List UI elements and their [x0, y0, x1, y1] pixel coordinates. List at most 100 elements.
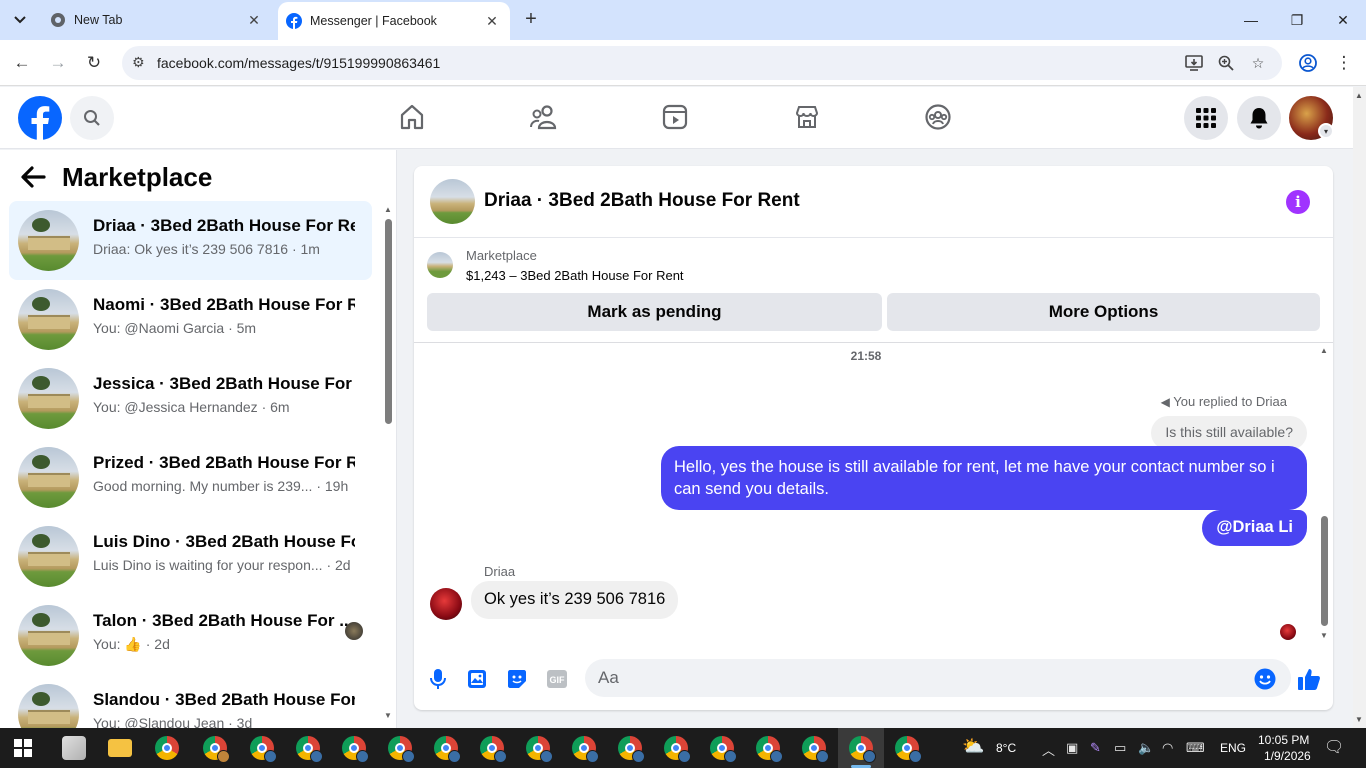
notification-center-icon[interactable]: 🗨 — [1324, 737, 1344, 757]
chat-scrollbar[interactable]: ▲ ▼ — [1318, 346, 1330, 640]
chevron-down-icon[interactable]: ▾ — [1318, 123, 1334, 139]
chrome-icon[interactable] — [710, 736, 737, 763]
back-icon[interactable]: ← — [9, 50, 35, 76]
chrome-icon[interactable] — [849, 736, 876, 763]
marketplace-icon[interactable] — [792, 101, 822, 133]
language-indicator[interactable]: ENG — [1220, 741, 1246, 755]
sticker-icon[interactable] — [505, 667, 529, 691]
wifi-icon[interactable]: ◠ — [1162, 740, 1173, 756]
scroll-down-icon[interactable]: ▼ — [1355, 715, 1363, 724]
conversation-item[interactable]: Luis Dino · 3Bed 2Bath House Fo... Luis … — [9, 517, 372, 596]
chrome-icon[interactable] — [203, 736, 230, 763]
outgoing-mention-message[interactable]: @Driaa Li — [1202, 510, 1307, 546]
chrome-icon[interactable] — [618, 736, 645, 763]
home-icon[interactable] — [397, 101, 427, 133]
close-tab-icon[interactable]: ✕ — [246, 12, 262, 29]
camera-icon[interactable]: ▣ — [1066, 740, 1078, 756]
search-icon[interactable] — [70, 96, 114, 140]
file-explorer-icon[interactable] — [108, 739, 132, 757]
scrollbar-thumb[interactable] — [385, 219, 392, 424]
close-window-icon[interactable]: ✕ — [1320, 0, 1366, 40]
listing-thumbnail[interactable] — [430, 179, 475, 224]
chrome-icon[interactable] — [480, 736, 507, 763]
conversation-item[interactable]: Slandou · 3Bed 2Bath House For... You: @… — [9, 675, 372, 728]
forward-icon[interactable]: → — [45, 50, 71, 76]
conversation-item[interactable]: Naomi · 3Bed 2Bath House For R... You: @… — [9, 280, 372, 359]
conversation-item[interactable]: Driaa · 3Bed 2Bath House For Rent Driaa:… — [9, 201, 372, 280]
scrollbar-thumb[interactable] — [1321, 516, 1328, 626]
listing-price-title[interactable]: $1,243 – 3Bed 2Bath House For Rent — [466, 268, 684, 283]
new-tab-icon[interactable]: + — [520, 8, 542, 32]
chrome-icon[interactable] — [155, 736, 179, 760]
chrome-icon[interactable] — [388, 736, 415, 763]
scroll-up-icon[interactable]: ▲ — [384, 205, 392, 214]
close-tab-icon[interactable]: ✕ — [484, 13, 500, 30]
scroll-down-icon[interactable]: ▼ — [1320, 631, 1328, 640]
chat-title[interactable]: Driaa · 3Bed 2Bath House For Rent — [484, 190, 800, 212]
emoji-icon[interactable] — [1253, 667, 1277, 691]
microphone-icon[interactable] — [426, 667, 450, 691]
chevron-up-icon[interactable]: ︿ — [1042, 740, 1055, 759]
scroll-up-icon[interactable]: ▲ — [1355, 91, 1363, 100]
minimize-icon[interactable]: — — [1228, 0, 1274, 40]
tab-search-dropdown-icon[interactable] — [8, 9, 32, 31]
zoom-icon[interactable] — [1216, 54, 1236, 72]
chrome-icon[interactable] — [756, 736, 783, 763]
site-info-icon[interactable]: ⚙ — [132, 54, 145, 71]
volume-icon[interactable]: 🔈 — [1138, 740, 1154, 756]
outgoing-message[interactable]: Hello, yes the house is still available … — [661, 446, 1307, 510]
video-icon[interactable] — [660, 101, 690, 133]
incoming-message[interactable]: Ok yes it’s 239 506 7816 — [471, 581, 679, 619]
info-icon[interactable]: i — [1286, 190, 1310, 214]
chrome-icon[interactable] — [250, 736, 277, 763]
thumbs-up-icon[interactable] — [1297, 667, 1321, 691]
chrome-icon[interactable] — [434, 736, 461, 763]
groups-icon[interactable] — [923, 101, 953, 133]
conversation-item[interactable]: Talon · 3Bed 2Bath House For ... You: 👍 … — [9, 596, 372, 675]
url-text[interactable]: facebook.com/messages/t/915199990863461 — [157, 55, 440, 71]
weather-icon[interactable]: ⛅ — [962, 736, 984, 757]
browser-menu-icon[interactable]: ⋮ — [1331, 50, 1357, 76]
chrome-icon[interactable] — [526, 736, 553, 763]
chrome-icon[interactable] — [342, 736, 369, 763]
photo-icon[interactable] — [465, 667, 489, 691]
conversation-item[interactable]: Jessica · 3Bed 2Bath House For R... You:… — [9, 359, 372, 438]
chrome-icon[interactable] — [572, 736, 599, 763]
menu-grid-icon[interactable] — [1184, 96, 1228, 140]
back-arrow-icon[interactable] — [20, 164, 46, 195]
sender-avatar[interactable] — [430, 588, 462, 620]
scroll-down-icon[interactable]: ▼ — [384, 711, 392, 720]
temperature[interactable]: 8°C — [996, 741, 1016, 755]
mark-as-pending-button[interactable]: Mark as pending — [427, 293, 882, 331]
gif-icon[interactable]: GIF — [545, 667, 569, 691]
profile-icon[interactable] — [1295, 50, 1321, 76]
tab-messenger[interactable]: Messenger | Facebook ✕ — [278, 2, 510, 40]
clock-time[interactable]: 10:05 PM — [1258, 733, 1309, 747]
facebook-logo-icon[interactable] — [18, 96, 62, 140]
message-input[interactable] — [585, 659, 1291, 697]
clock-date[interactable]: 1/9/2026 — [1264, 749, 1311, 763]
windows-start-icon[interactable] — [14, 739, 32, 757]
restore-icon[interactable]: ❐ — [1274, 0, 1320, 40]
sidebar-scrollbar[interactable]: ▲ ▼ — [383, 205, 393, 720]
keyboard-icon[interactable]: ⌨ — [1186, 740, 1205, 756]
chrome-icon[interactable] — [296, 736, 323, 763]
page-scrollbar[interactable]: ▲ ▼ — [1353, 87, 1366, 728]
quoted-message[interactable]: Is this still available? — [1151, 416, 1307, 450]
tab-new-tab[interactable]: New Tab ✕ — [40, 0, 272, 40]
app-icon[interactable] — [62, 736, 86, 760]
friends-icon[interactable] — [529, 101, 559, 133]
more-options-button[interactable]: More Options — [887, 293, 1320, 331]
reload-icon[interactable]: ↻ — [81, 50, 107, 76]
listing-thumbnail[interactable] — [427, 252, 453, 278]
battery-icon[interactable]: ▭ — [1114, 740, 1126, 756]
pen-icon[interactable]: ✎ — [1090, 740, 1101, 756]
notifications-bell-icon[interactable] — [1237, 96, 1281, 140]
bookmark-star-icon[interactable]: ☆ — [1248, 54, 1268, 72]
omnibox[interactable]: ⚙ facebook.com/messages/t/91519999086346… — [122, 46, 1282, 80]
chrome-icon[interactable] — [802, 736, 829, 763]
chrome-icon[interactable] — [895, 736, 922, 763]
conversation-item[interactable]: Prized · 3Bed 2Bath House For R... Good … — [9, 438, 372, 517]
install-app-icon[interactable] — [1184, 54, 1204, 72]
chrome-icon[interactable] — [664, 736, 691, 763]
